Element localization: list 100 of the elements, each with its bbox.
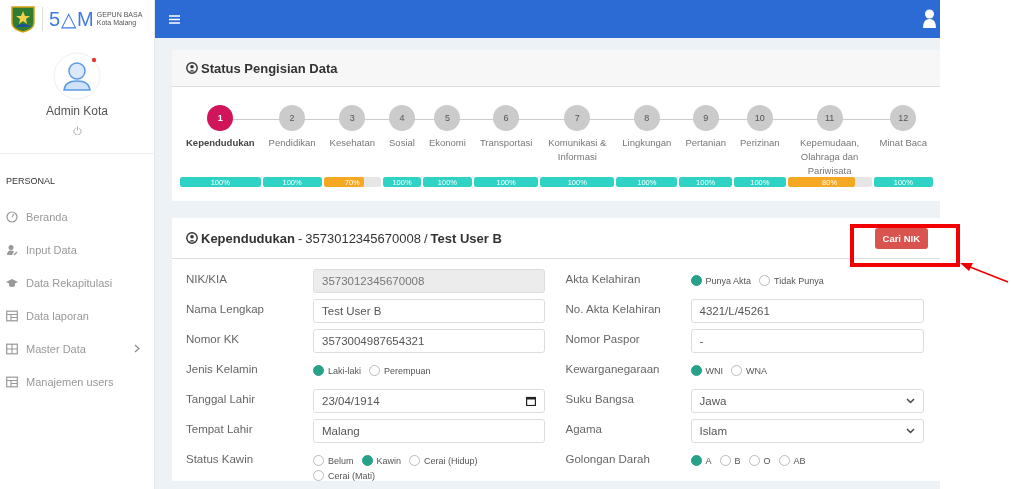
radio-button[interactable] [778,455,790,466]
table-icon [6,309,18,322]
date-field[interactable]: 23/04/1914 [313,389,545,413]
radio-label: Laki-laki [328,365,361,376]
separator: / [423,230,428,246]
radio-label: Perempuan [384,365,431,376]
radio-button[interactable] [313,455,324,466]
menu-icon[interactable] [169,14,180,24]
field-label: Tanggal Lahir [186,392,257,405]
crest-logo-icon [10,5,36,33]
radio-label: WNI [705,365,723,376]
radio-label: Punya Akta [705,275,752,286]
step-label: Transportasi [479,136,533,150]
radio-label: Cerai (Hidup) [424,455,478,466]
logo-mark: 5△M [49,7,95,31]
field-label: Jenis Kelamin [186,362,259,375]
menu-item[interactable]: Master Data [0,332,154,365]
step-label: Minat Baca [879,136,928,150]
card-title: Kependudukan [201,230,295,246]
step-label: Ekonomi [428,136,466,150]
field-label: Nama Lengkap [186,302,265,315]
radio-button[interactable] [748,455,760,466]
step-label: Kesehatan [329,136,375,150]
dashboard-icon [6,210,18,223]
radio-button[interactable] [313,470,324,481]
cap-icon [6,276,18,289]
step-number[interactable]: 6 [493,105,520,131]
step-number[interactable]: 4 [388,105,415,131]
step-label: Kependudukan [186,136,255,150]
radio-button[interactable] [313,365,324,376]
field-label: No. Akta Kelahiran [565,302,662,315]
field-label: Status Kawin [186,452,255,465]
field-label: Kewarganegaraan [565,362,661,375]
step-number[interactable]: 12 [890,105,917,131]
radio-label: Tidak Punya [774,275,824,286]
user-edit-icon [6,243,18,256]
field-label: Suku Bangsa [565,392,635,405]
radio-button[interactable] [759,275,771,286]
step-number[interactable]: 10 [746,105,773,131]
menu-item[interactable]: Input Data [0,233,154,266]
field-label: Nomor KK [186,332,241,345]
radio-button[interactable] [690,275,702,286]
avatar-icon [53,52,101,100]
field-label: Akta Kelahiran [565,272,642,285]
text-field[interactable]: 3573004987654321 [313,329,545,353]
radio-label: AB [793,455,806,466]
field-label: Nomor Paspor [565,332,641,345]
chevron-down-icon [906,428,915,434]
chevron-right-icon [134,344,140,353]
user-icon[interactable] [923,9,936,29]
step-number[interactable]: 1 [207,105,234,131]
radio-button[interactable] [731,365,742,376]
radio-label: B [734,455,741,466]
radio-button[interactable] [369,365,380,376]
step-label: Kepemudaan, Olahraga dan Pariwisata [799,136,861,172]
step-number[interactable]: 8 [633,105,660,131]
card-title: Status Pengisian Data [201,60,338,76]
chevron-down-icon [906,398,915,404]
section-heading: PERSONAL [5,175,57,188]
step-label: Pertanian [685,136,727,150]
radio-label: Belum [328,455,354,466]
calendar-icon [525,396,536,406]
step-number[interactable]: 7 [564,105,591,131]
field-label: Tempat Lahir [186,422,254,435]
field-label: Agama [565,422,603,435]
radio-label: Cerai (Mati) [328,470,375,481]
radio-label: WNA [746,365,767,376]
text-field[interactable]: Malang [313,419,545,443]
menu-item[interactable]: Data laporan [0,299,154,332]
step-label: Sosial [389,136,415,150]
radio-button[interactable] [690,455,702,466]
person-name: Test User B [430,230,502,246]
power-icon[interactable] [72,126,82,135]
separator: - [297,230,303,246]
step-number[interactable]: 2 [279,105,306,131]
user-name: Admin Kota [45,104,108,118]
user-circle-icon [186,62,198,74]
menu-item[interactable]: Manajemen users [0,365,154,398]
text-field[interactable]: 4321/L/45261 [690,299,924,323]
step-number[interactable]: 11 [816,105,843,131]
step-number[interactable]: 5 [434,105,461,131]
field-label: NIK/KIA [186,272,228,285]
user-circle-icon [186,232,198,244]
text-field[interactable]: Test User B [313,299,545,323]
radio-button[interactable] [409,455,421,466]
select-field[interactable]: Jawa [690,389,924,413]
radio-button[interactable] [361,455,373,466]
text-field[interactable]: - [690,329,924,353]
select-field[interactable]: Islam [690,419,924,443]
step-label: Lingkungan [622,136,672,150]
step-number[interactable]: 3 [339,105,366,131]
menu-item[interactable]: Beranda [0,200,154,233]
radio-button[interactable] [719,455,731,466]
step-label: Pendidikan [268,136,316,150]
menu-item[interactable]: Data Rekapitulasi [0,266,154,299]
step-number[interactable]: 9 [692,105,719,131]
radio-button[interactable] [690,365,702,376]
field-label: Golongan Darah [565,452,651,465]
grid-icon [6,342,18,355]
search-nik-button[interactable]: Cari NIK [874,227,928,249]
